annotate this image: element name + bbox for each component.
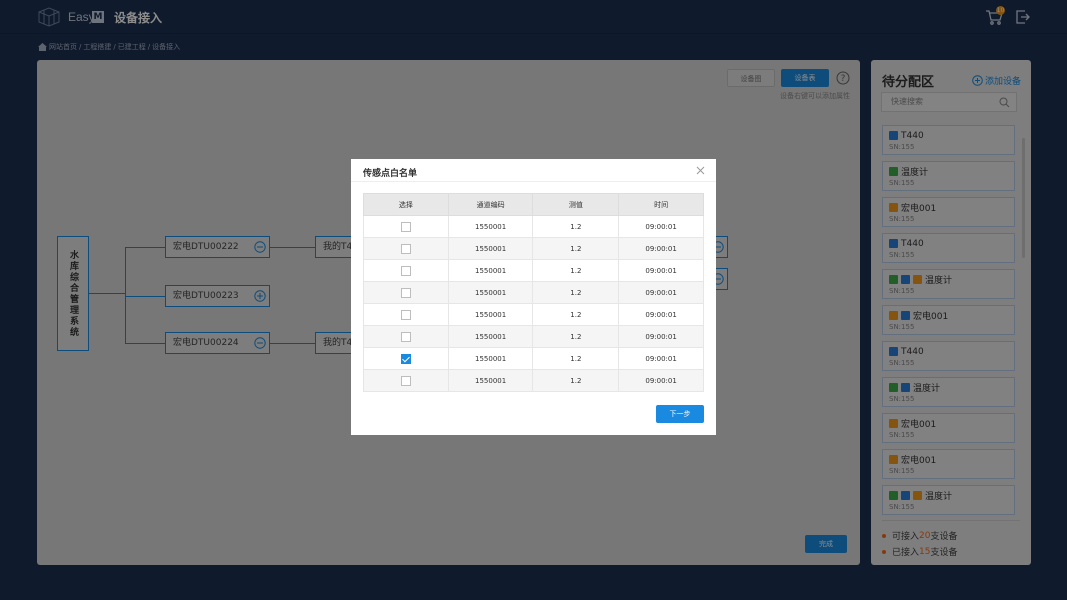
cell-code: 1550001 [447, 215, 534, 238]
column-header: 通道编码 [447, 193, 534, 216]
table-row: 1550001 1.2 09:00:01 [363, 369, 704, 392]
checkbox[interactable] [400, 221, 411, 232]
column-header: 选择 [363, 193, 449, 216]
whitelist-table: 选择 通道编码 测值 时间 1550001 1.2 09:00:01 1550001 1… [363, 193, 704, 392]
select-cell [363, 259, 449, 282]
cell-value: 1.2 [532, 237, 620, 260]
select-cell [363, 237, 449, 260]
checkbox-checked[interactable] [400, 353, 411, 364]
cell-value: 1.2 [532, 347, 620, 370]
divider [351, 181, 716, 182]
cell-code: 1550001 [447, 281, 534, 304]
select-cell [363, 325, 449, 348]
next-step-button[interactable]: 下一步 [656, 405, 704, 423]
table-row: 1550001 1.2 09:00:01 [363, 325, 704, 348]
cell-time: 09:00:01 [618, 347, 704, 370]
cell-code: 1550001 [447, 369, 534, 392]
column-header: 时间 [618, 193, 704, 216]
checkbox[interactable] [400, 287, 411, 298]
cell-time: 09:00:01 [618, 237, 704, 260]
checkbox[interactable] [400, 243, 411, 254]
cell-time: 09:00:01 [618, 259, 704, 282]
cell-code: 1550001 [447, 237, 534, 260]
cell-value: 1.2 [532, 259, 620, 282]
cell-code: 1550001 [447, 325, 534, 348]
cell-value: 1.2 [532, 369, 620, 392]
table-row: 1550001 1.2 09:00:01 [363, 237, 704, 260]
cell-value: 1.2 [532, 215, 620, 238]
select-cell [363, 281, 449, 304]
close-icon[interactable] [696, 166, 705, 175]
cell-time: 09:00:01 [618, 215, 704, 238]
select-cell [363, 215, 449, 238]
checkbox[interactable] [400, 331, 411, 342]
table-row: 1550001 1.2 09:00:01 [363, 281, 704, 304]
checkbox[interactable] [400, 375, 411, 386]
cell-code: 1550001 [447, 303, 534, 326]
table-row: 1550001 1.2 09:00:01 [363, 215, 704, 238]
cell-time: 09:00:01 [618, 281, 704, 304]
cell-value: 1.2 [532, 303, 620, 326]
column-header: 测值 [532, 193, 620, 216]
cell-time: 09:00:01 [618, 325, 704, 348]
whitelist-dialog: 传感点白名单 选择 通道编码 测值 时间 1550001 1.2 09:00:01 1… [351, 159, 716, 435]
cell-value: 1.2 [532, 325, 620, 348]
cell-time: 09:00:01 [618, 369, 704, 392]
cell-code: 1550001 [447, 347, 534, 370]
cell-code: 1550001 [447, 259, 534, 282]
table-row: 1550001 1.2 09:00:01 [363, 347, 704, 370]
cell-time: 09:00:01 [618, 303, 704, 326]
table-row: 1550001 1.2 09:00:01 [363, 303, 704, 326]
dialog-title: 传感点白名单 [363, 169, 418, 179]
cell-value: 1.2 [532, 281, 620, 304]
select-cell [363, 347, 449, 370]
select-cell [363, 369, 449, 392]
select-cell [363, 303, 449, 326]
table-row: 1550001 1.2 09:00:01 [363, 259, 704, 282]
checkbox[interactable] [400, 265, 411, 276]
checkbox[interactable] [400, 309, 411, 320]
